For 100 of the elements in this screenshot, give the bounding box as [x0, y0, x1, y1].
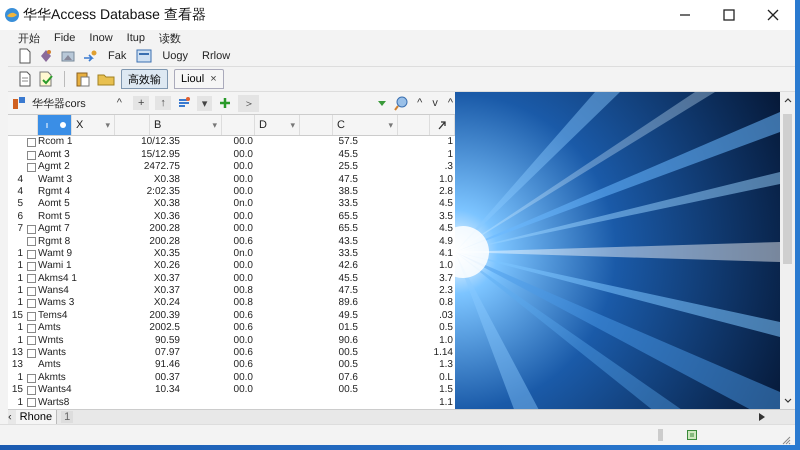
table-cell: Aomt 3 [38, 148, 70, 162]
row-number: 1 [17, 396, 23, 409]
table-cell: 47.5 [338, 174, 358, 186]
table-cell: Amts [38, 322, 61, 335]
checkbox[interactable] [26, 274, 36, 284]
toolbar-button[interactable]: ^ [112, 96, 127, 110]
table-cell: 3.5 [439, 210, 453, 224]
table-cell: 1.0 [439, 174, 453, 186]
toolbar-button[interactable]: ＞ [238, 94, 260, 112]
search-icon[interactable] [393, 95, 410, 111]
table-cell: Amts [38, 359, 61, 372]
table-cell: 33.5 [338, 198, 358, 211]
page-icon[interactable] [18, 48, 32, 64]
table-cell: 10.34 [154, 384, 180, 397]
column-header[interactable]: X [76, 119, 84, 132]
checkbox[interactable] [26, 386, 36, 395]
maximize-icon[interactable] [723, 9, 735, 21]
toolbar-button[interactable]: + [132, 96, 150, 110]
checkbox[interactable] [26, 312, 36, 321]
column-header[interactable]: B [154, 119, 162, 132]
menu-item[interactable]: 读数 [159, 30, 182, 46]
checkbox[interactable] [26, 374, 36, 383]
table-cell: 1 [447, 148, 453, 162]
tab[interactable]: 高效输 [121, 69, 168, 89]
check-document-icon[interactable] [38, 71, 54, 87]
checkbox[interactable] [26, 299, 36, 308]
nav-button[interactable]: ^ [446, 97, 455, 109]
checkbox[interactable] [26, 348, 36, 358]
menu-item[interactable]: 开始 [18, 30, 40, 46]
table-cell: .3 [444, 161, 453, 174]
checkbox[interactable] [26, 262, 36, 272]
filter-icon[interactable]: ▾ [290, 120, 295, 131]
checkbox[interactable] [26, 336, 36, 346]
clipboard-icon[interactable] [75, 71, 91, 87]
table-cell: 4.1 [439, 248, 453, 260]
scrollbar-thumb[interactable] [783, 114, 792, 264]
menu-item[interactable]: Fide [54, 32, 76, 44]
plus-icon[interactable] [218, 96, 232, 110]
table-cell: 43.5 [338, 236, 358, 248]
table-cell: 00.0 [234, 148, 253, 162]
table-cell: Tems4 [38, 310, 68, 322]
row-number: 6 [17, 210, 23, 224]
table-cell: 200.28 [149, 236, 180, 248]
tab[interactable]: Lioul × [174, 69, 224, 89]
arrow-icon[interactable] [82, 48, 98, 64]
nav-button[interactable]: ^ [415, 97, 424, 109]
table-cell: 00.0 [234, 334, 253, 348]
checkbox[interactable] [26, 250, 36, 259]
table-cell: X0.38 [154, 174, 180, 186]
right-arrow-icon[interactable] [759, 413, 765, 421]
table-cell: 1.5 [439, 384, 453, 397]
expand-icon[interactable] [437, 120, 447, 130]
table-cell: 00.0 [234, 210, 253, 224]
filter-icon[interactable]: ▾ [212, 120, 217, 131]
toolbar-button[interactable]: ↑ [155, 96, 171, 110]
menu-item[interactable]: Inow [89, 32, 113, 44]
resize-grip-icon[interactable] [781, 435, 791, 445]
table-cell: Wants4 [38, 384, 72, 397]
scroll-up-icon[interactable] [784, 97, 792, 103]
checkbox[interactable] [26, 150, 36, 160]
down-arrow-icon[interactable] [377, 98, 388, 108]
row-number: 4 [17, 186, 23, 198]
checkbox[interactable] [26, 324, 36, 333]
dropdown-button[interactable]: ▾ [196, 96, 212, 110]
row-number: 1 [17, 272, 23, 286]
nav-button[interactable]: v [430, 97, 440, 109]
row-number: 1 [17, 297, 23, 310]
checkbox[interactable] [26, 224, 36, 234]
close-icon[interactable] [767, 9, 779, 21]
checkbox[interactable] [26, 237, 36, 246]
menu-item[interactable]: Itup [126, 32, 146, 44]
prev-icon[interactable]: ‹ [8, 411, 12, 423]
window-icon[interactable] [136, 48, 152, 64]
table-cell: 45.5 [338, 272, 358, 286]
table-cell: 91.46 [154, 359, 180, 372]
checkbox[interactable] [26, 398, 36, 408]
scroll-down-icon[interactable] [784, 398, 792, 404]
column-header[interactable]: C [337, 119, 345, 132]
close-icon[interactable]: × [210, 73, 217, 85]
row-number: 5 [17, 198, 23, 211]
table-cell: Wants [38, 347, 66, 360]
checkbox[interactable] [26, 286, 36, 296]
sheet-tab[interactable]: Rhone [16, 410, 58, 424]
row-number: 7 [17, 223, 23, 236]
checkbox[interactable] [26, 162, 36, 172]
row-number: 15 [12, 310, 23, 322]
filter-icon[interactable]: ▾ [388, 120, 393, 131]
document-icon[interactable] [18, 71, 32, 87]
table-cell: 15/12.95 [141, 148, 180, 162]
filter-icon[interactable]: ▾ [105, 120, 110, 131]
toolbar-button[interactable]: Fak [104, 50, 130, 62]
column-header[interactable]: D [259, 119, 267, 132]
toolbar-button[interactable]: Uogy [158, 50, 192, 62]
checkbox[interactable] [26, 138, 36, 148]
row-number: 13 [12, 347, 23, 360]
table-cell: Romt 5 [38, 210, 70, 224]
table-cell: 00.6 [234, 347, 253, 360]
table-cell: 07.97 [154, 347, 180, 360]
toolbar-button[interactable]: Rrlow [198, 50, 234, 62]
table-cell: 00.0 [234, 260, 253, 273]
